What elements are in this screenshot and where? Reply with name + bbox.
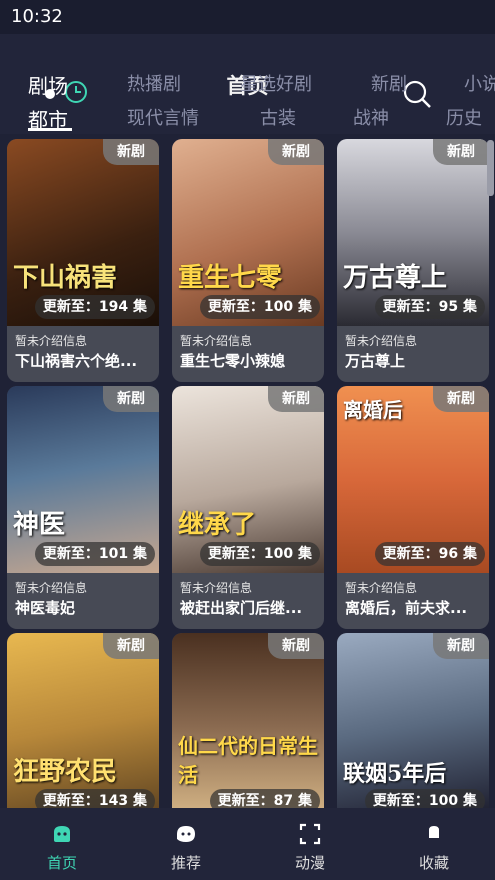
episode-count: 更新至：101 集 bbox=[34, 542, 155, 566]
drama-card[interactable]: 离婚后 新剧 更新至：96 集 暂未介绍信息 离婚后，前夫求... bbox=[337, 386, 489, 629]
poster: 离婚后 新剧 更新至：96 集 bbox=[337, 386, 489, 573]
poster-title: 离婚后 bbox=[343, 398, 403, 422]
new-badge: 新剧 bbox=[268, 633, 324, 659]
new-badge: 新剧 bbox=[268, 139, 324, 165]
new-badge: 新剧 bbox=[268, 386, 324, 412]
category-indicator bbox=[28, 128, 72, 131]
poster: 继承了 新剧 更新至：100 集 bbox=[172, 386, 324, 573]
poster-title: 神医 bbox=[13, 510, 66, 540]
poster-title: 狂野农民 bbox=[13, 757, 118, 787]
bottom-nav: 首页 推荐 动漫 收藏 bbox=[0, 808, 495, 880]
new-badge: 新剧 bbox=[433, 139, 489, 165]
tab-indicator bbox=[45, 89, 55, 99]
nav-label: 首页 bbox=[46, 854, 77, 872]
nav-anime[interactable]: 动漫 bbox=[248, 808, 372, 880]
poster-title: 继承了 bbox=[178, 510, 257, 540]
poster: 重生七零 新剧 更新至：100 集 bbox=[172, 139, 324, 326]
status-bar: 10:32 bbox=[0, 0, 495, 34]
drama-card[interactable]: 狂野农民 新剧 更新至：143 集 bbox=[7, 633, 159, 808]
tab-bar: 剧场 热播剧 星选好剧 新剧 小说 bbox=[0, 70, 495, 98]
category-costume[interactable]: 古装 bbox=[260, 104, 296, 130]
recommend-icon bbox=[177, 826, 195, 842]
new-badge: 新剧 bbox=[433, 633, 489, 659]
poster-title: 万古尊上 bbox=[343, 263, 448, 293]
tab-hot[interactable]: 热播剧 bbox=[127, 70, 181, 96]
drama-card[interactable]: 联姻5年后 新剧 更新至：100 集 bbox=[337, 633, 489, 808]
episode-count: 更新至：143 集 bbox=[34, 789, 155, 808]
drama-card[interactable]: 重生七零 新剧 更新至：100 集 暂未介绍信息 重生七零小辣媳 bbox=[172, 139, 324, 382]
card-desc: 暂未介绍信息 bbox=[180, 334, 253, 348]
category-romance[interactable]: 现代言情 bbox=[127, 104, 199, 130]
card-name: 万古尊上 bbox=[345, 352, 406, 370]
new-badge: 新剧 bbox=[103, 139, 159, 165]
card-desc: 暂未介绍信息 bbox=[345, 334, 418, 348]
nav-label: 动漫 bbox=[294, 854, 325, 872]
poster-title: 仙二代的日常生活 bbox=[178, 734, 318, 787]
scrollbar[interactable] bbox=[487, 140, 494, 196]
drama-card[interactable]: 下山祸害 新剧 更新至：194 集 暂未介绍信息 下山祸害六个绝... bbox=[7, 139, 159, 382]
episode-count: 更新至：100 集 bbox=[199, 295, 320, 319]
poster: 下山祸害 新剧 更新至：194 集 bbox=[7, 139, 159, 326]
new-badge: 新剧 bbox=[433, 386, 489, 412]
home-icon bbox=[54, 826, 70, 842]
tab-featured[interactable]: 星选好剧 bbox=[240, 70, 312, 96]
episode-count: 更新至：100 集 bbox=[199, 542, 320, 566]
drama-card[interactable]: 万古尊上 新剧 更新至：95 集 暂未介绍信息 万古尊上 bbox=[337, 139, 489, 382]
drama-card[interactable]: 仙二代的日常生活 新剧 更新至：87 集 bbox=[172, 633, 324, 808]
new-badge: 新剧 bbox=[103, 386, 159, 412]
poster: 仙二代的日常生活 新剧 更新至：87 集 bbox=[172, 633, 324, 808]
episode-count: 更新至：100 集 bbox=[364, 789, 485, 808]
new-badge: 新剧 bbox=[103, 633, 159, 659]
anime-icon bbox=[299, 823, 321, 845]
poster-title: 联姻5年后 bbox=[343, 761, 447, 787]
favorites-icon bbox=[429, 826, 439, 838]
drama-card[interactable]: 神医 新剧 更新至：101 集 暂未介绍信息 神医毒妃 bbox=[7, 386, 159, 629]
card-desc: 暂未介绍信息 bbox=[15, 581, 88, 595]
card-desc: 暂未介绍信息 bbox=[15, 334, 88, 348]
category-war-god[interactable]: 战神 bbox=[353, 104, 389, 130]
episode-count: 更新至：96 集 bbox=[374, 542, 485, 566]
category-history[interactable]: 历史 bbox=[446, 104, 482, 130]
card-name: 离婚后，前夫求... bbox=[345, 599, 468, 617]
poster: 神医 新剧 更新至：101 集 bbox=[7, 386, 159, 573]
poster: 联姻5年后 新剧 更新至：100 集 bbox=[337, 633, 489, 808]
nav-label: 推荐 bbox=[170, 854, 201, 872]
nav-recommend[interactable]: 推荐 bbox=[124, 808, 248, 880]
card-name: 重生七零小辣媳 bbox=[180, 352, 286, 370]
nav-home[interactable]: 首页 bbox=[0, 808, 124, 880]
drama-card[interactable]: 继承了 新剧 更新至：100 集 暂未介绍信息 被赶出家门后继... bbox=[172, 386, 324, 629]
card-name: 被赶出家门后继... bbox=[180, 599, 303, 617]
card-name: 神医毒妃 bbox=[15, 599, 76, 617]
episode-count: 更新至：95 集 bbox=[374, 295, 485, 319]
status-time: 10:32 bbox=[11, 6, 63, 27]
card-desc: 暂未介绍信息 bbox=[345, 581, 418, 595]
card-name: 下山祸害六个绝... bbox=[15, 352, 138, 370]
nav-label: 收藏 bbox=[418, 854, 449, 872]
poster-title: 下山祸害 bbox=[13, 263, 118, 293]
tab-new[interactable]: 新剧 bbox=[371, 70, 407, 96]
drama-grid: 下山祸害 新剧 更新至：194 集 暂未介绍信息 下山祸害六个绝... 重生七零… bbox=[0, 134, 495, 808]
category-bar: 都市 现代言情 古装 战神 历史 bbox=[0, 104, 495, 132]
poster: 狂野农民 新剧 更新至：143 集 bbox=[7, 633, 159, 808]
nav-favorites[interactable]: 收藏 bbox=[372, 808, 495, 880]
poster-title: 重生七零 bbox=[178, 263, 283, 293]
poster: 万古尊上 新剧 更新至：95 集 bbox=[337, 139, 489, 326]
tab-novel[interactable]: 小说 bbox=[464, 70, 495, 96]
episode-count: 更新至：194 集 bbox=[34, 295, 155, 319]
card-desc: 暂未介绍信息 bbox=[180, 581, 253, 595]
episode-count: 更新至：87 集 bbox=[209, 789, 320, 808]
